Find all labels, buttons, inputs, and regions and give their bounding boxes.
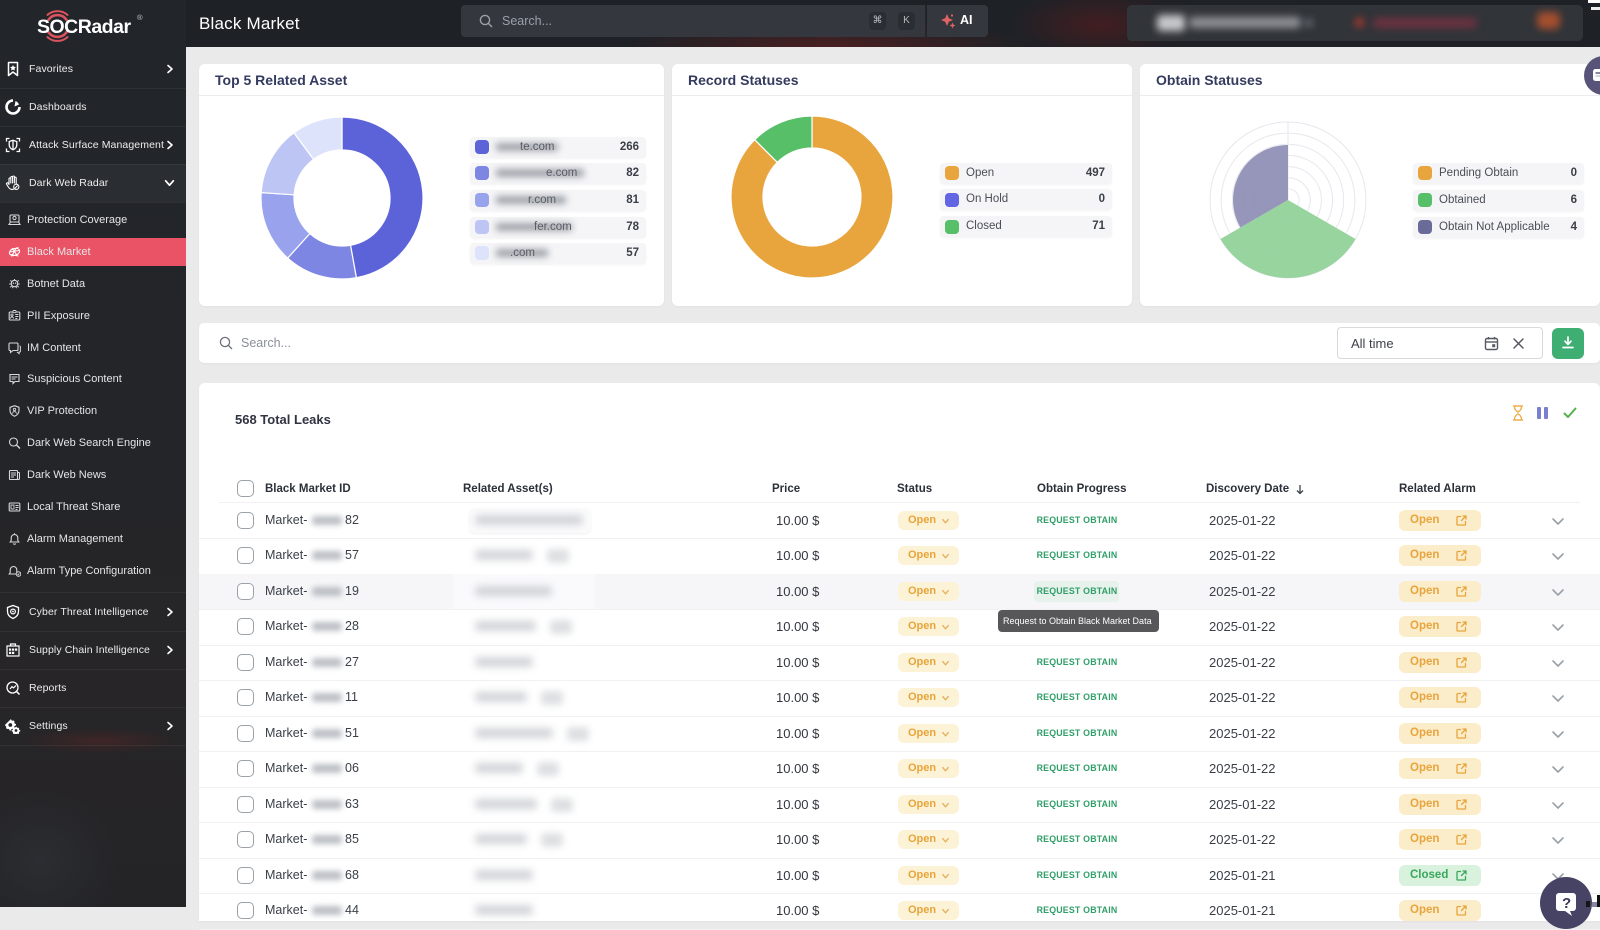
- svg-text:®: ®: [137, 13, 143, 22]
- svg-text:?: ?: [1562, 895, 1571, 912]
- svg-text:SOCRadar: SOCRadar: [37, 16, 131, 38]
